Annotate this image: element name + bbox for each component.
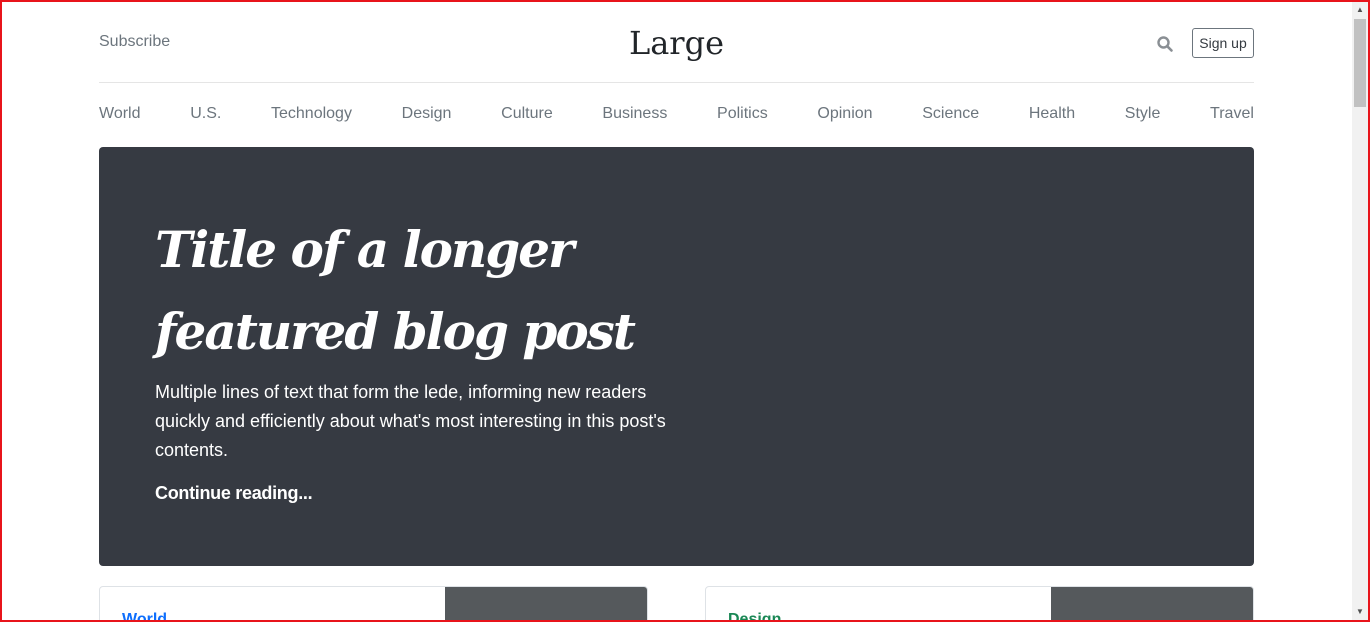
featured-post-title: Title of a longer featured blog post (155, 220, 636, 361)
card-category: Design (728, 611, 782, 622)
scroll-down-arrow-icon[interactable]: ▼ (1352, 604, 1368, 620)
continue-reading-link[interactable]: Continue reading... (155, 483, 313, 504)
site-header: Subscribe Large Sign up (99, 0, 1254, 83)
category-nav: World U.S. Technology Design Culture Bus… (99, 96, 1254, 132)
search-icon[interactable] (1156, 35, 1174, 53)
nav-item-politics[interactable]: Politics (717, 105, 768, 123)
featured-card-world[interactable]: World (99, 586, 648, 622)
site-logo[interactable]: Large (99, 24, 1254, 62)
nav-item-health[interactable]: Health (1029, 105, 1075, 123)
nav-item-science[interactable]: Science (922, 105, 979, 123)
nav-item-travel[interactable]: Travel (1210, 105, 1254, 123)
nav-item-us[interactable]: U.S. (190, 105, 221, 123)
sign-up-button[interactable]: Sign up (1192, 28, 1254, 58)
nav-item-design[interactable]: Design (402, 105, 452, 123)
scroll-thumb[interactable] (1354, 19, 1366, 107)
card-category: World (122, 611, 168, 622)
nav-item-business[interactable]: Business (602, 105, 667, 123)
card-thumbnail (1051, 587, 1253, 622)
nav-item-opinion[interactable]: Opinion (817, 105, 872, 123)
vertical-scrollbar[interactable]: ▲ ▼ (1352, 2, 1368, 620)
card-thumbnail (445, 587, 647, 622)
nav-item-culture[interactable]: Culture (501, 105, 553, 123)
scroll-up-arrow-icon[interactable]: ▲ (1352, 2, 1368, 18)
featured-post-lede: Multiple lines of text that form the led… (155, 382, 666, 460)
page: Subscribe Large Sign up World U.S. Techn… (0, 0, 1352, 622)
featured-post-hero: Title of a longer featured blog post Mul… (99, 147, 1254, 566)
nav-item-world[interactable]: World (99, 105, 141, 123)
nav-item-technology[interactable]: Technology (271, 105, 352, 123)
nav-item-style[interactable]: Style (1125, 105, 1161, 123)
featured-card-design[interactable]: Design (705, 586, 1254, 622)
